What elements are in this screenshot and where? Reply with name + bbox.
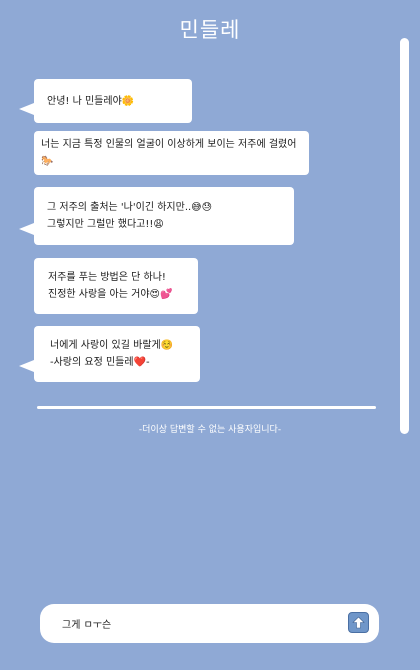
message-bubble-5: 너에게 사랑이 있길 바랄게☺️ -사랑의 요정 민들레❤️-	[34, 326, 200, 382]
send-button[interactable]	[348, 612, 369, 633]
message-line: 그렇지만 그럴만 했다고!!😩	[47, 219, 164, 230]
message-bubble-3: 그 저주의 출처는 '나'이긴 하지만..😅😓 그렇지만 그럴만 했다고!!😩	[34, 187, 294, 245]
bubble-tail	[19, 223, 34, 235]
message-line: 안녕! 나 민들레야🌼	[47, 95, 135, 107]
message-bubble-2: 너는 지금 특정 인물의 얼굴이 이상하게 보이는 저주에 걸렸어🐎	[34, 131, 309, 175]
message-line: 진정한 사랑을 아는 거야😍💕	[48, 289, 173, 300]
chat-title: 민들레	[179, 18, 241, 42]
divider	[37, 406, 376, 409]
message-input-bar[interactable]: 그게 ㅁㅜ슨	[40, 604, 379, 643]
message-line: 그 저주의 출처는 '나'이긴 하지만..😅😓	[47, 202, 213, 213]
message-bubble-4: 저주를 푸는 방법은 단 하나! 진정한 사랑을 아는 거야😍💕	[34, 258, 198, 314]
message-line: 너에게 사랑이 있길 바랄게☺️	[50, 340, 174, 351]
unavailable-user-notice: -더이상 답변할 수 없는 사용자입니다-	[138, 425, 282, 435]
message-line: 너는 지금 특정 인물의 얼굴이 이상하게 보이는 저주에 걸렸어🐎	[41, 139, 297, 167]
message-input[interactable]: 그게 ㅁㅜ슨	[62, 616, 111, 631]
scrollbar[interactable]	[400, 38, 409, 434]
bubble-tail	[19, 360, 34, 372]
bubble-tail	[19, 103, 34, 115]
message-line: 저주를 푸는 방법은 단 하나!	[48, 272, 166, 283]
message-bubble-1: 안녕! 나 민들레야🌼	[34, 79, 192, 123]
send-arrow-icon	[352, 616, 365, 629]
message-line: -사랑의 요정 민들레❤️-	[50, 357, 150, 368]
